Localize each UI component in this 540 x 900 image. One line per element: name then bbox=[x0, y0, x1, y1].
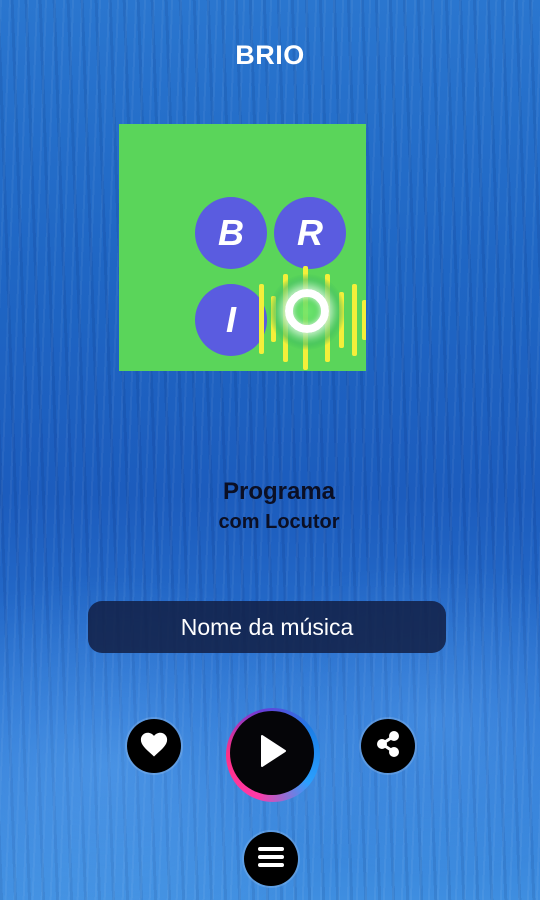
visualizer-bar bbox=[352, 284, 357, 356]
play-button[interactable] bbox=[226, 708, 320, 802]
station-logo: B R I bbox=[119, 124, 366, 371]
song-name-bar: Nome da música bbox=[88, 601, 446, 653]
logo-letter-b: B bbox=[195, 197, 267, 269]
play-icon bbox=[257, 734, 287, 773]
play-button-face[interactable] bbox=[230, 711, 314, 795]
logo-letter-o bbox=[285, 289, 329, 333]
share-icon bbox=[373, 729, 403, 764]
like-button[interactable] bbox=[127, 719, 181, 773]
heart-icon bbox=[139, 730, 169, 763]
share-button[interactable] bbox=[361, 719, 415, 773]
visualizer-bar bbox=[362, 300, 366, 340]
visualizer-bar bbox=[259, 284, 264, 354]
logo-letter-r: R bbox=[274, 197, 346, 269]
logo-letter-i: I bbox=[195, 284, 267, 356]
program-host: com Locutor bbox=[218, 511, 340, 533]
menu-icon bbox=[257, 845, 285, 874]
program-title: Programa bbox=[222, 478, 336, 505]
app-title: BRIO bbox=[235, 40, 305, 70]
menu-button[interactable] bbox=[244, 832, 298, 886]
